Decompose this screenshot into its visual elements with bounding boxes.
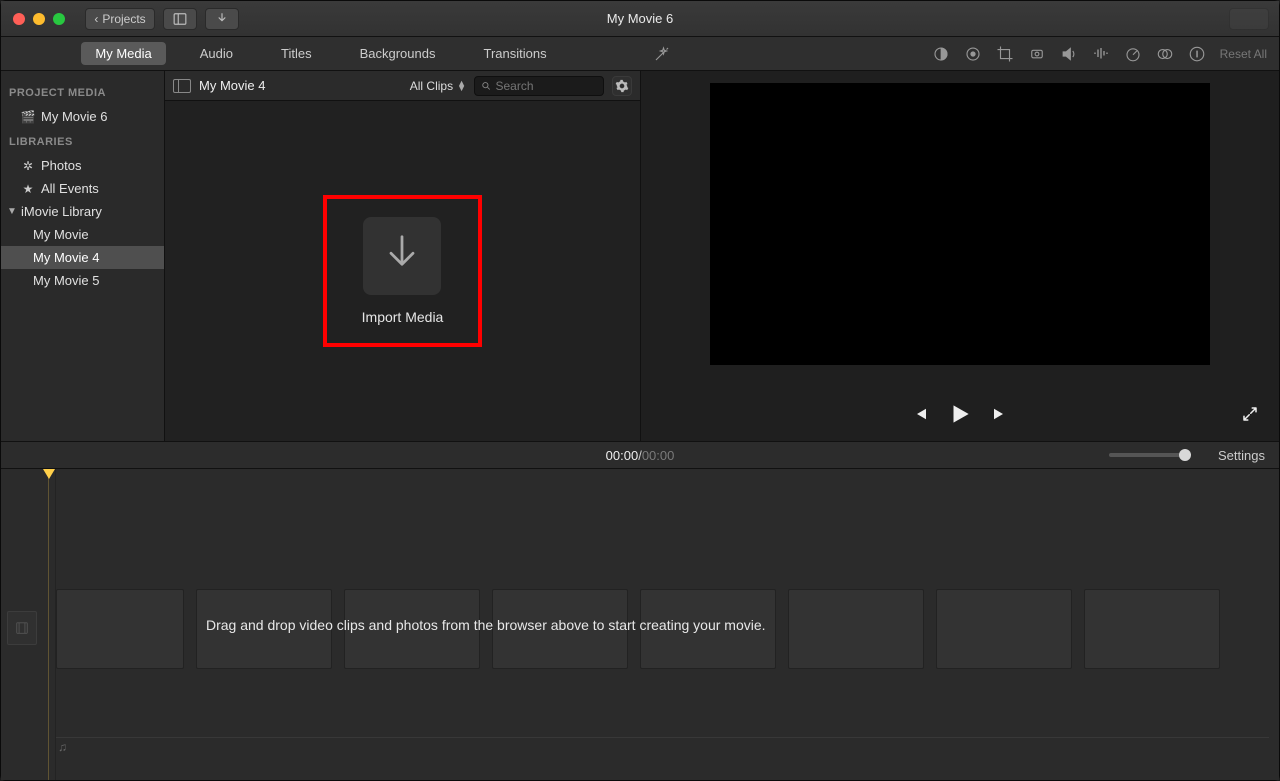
clip-placeholder	[788, 589, 924, 669]
sidebar-project[interactable]: 🎬 My Movie 6	[1, 105, 164, 128]
media-tabset: My Media Audio Titles Backgrounds Transi…	[81, 42, 560, 65]
search-icon	[481, 80, 492, 92]
prev-button[interactable]	[911, 405, 929, 423]
tab-backgrounds[interactable]: Backgrounds	[346, 42, 450, 65]
sidebar-event-label: My Movie	[33, 227, 89, 242]
preview-canvas	[710, 83, 1210, 365]
sidebar-all-events[interactable]: ★ All Events	[1, 177, 164, 200]
maximize-window-button[interactable]	[53, 13, 65, 25]
back-label: Projects	[102, 12, 145, 26]
project-media-header: PROJECT MEDIA	[1, 79, 164, 105]
play-button[interactable]	[947, 401, 973, 427]
clip-placeholder	[1084, 589, 1220, 669]
timeline[interactable]: Drag and drop video clips and photos fro…	[1, 469, 1279, 780]
music-note-icon: ♫	[58, 740, 67, 754]
star-icon: ★	[21, 182, 35, 196]
share-button[interactable]	[1229, 8, 1269, 30]
disclosure-triangle-icon[interactable]: ▼	[7, 206, 15, 217]
chevron-left-icon: ‹	[94, 12, 98, 26]
tab-audio[interactable]: Audio	[186, 42, 247, 65]
zoom-slider-track[interactable]	[1109, 453, 1189, 457]
tab-titles[interactable]: Titles	[267, 42, 326, 65]
timeline-settings-button[interactable]: Settings	[1218, 448, 1265, 463]
sidebar-event-my-movie[interactable]: My Movie	[1, 223, 164, 246]
download-arrow-icon	[215, 12, 229, 26]
sidebar-event-my-movie-5[interactable]: My Movie 5	[1, 269, 164, 292]
import-button[interactable]	[205, 8, 239, 30]
gutter-clip-placeholder	[7, 611, 37, 645]
search-input[interactable]	[496, 79, 598, 93]
volume-button[interactable]	[1060, 45, 1078, 63]
window-controls	[1, 13, 77, 25]
enhance-magic-wand-button[interactable]	[653, 45, 671, 63]
browser-title: My Movie 4	[199, 78, 265, 93]
svg-text:i: i	[1196, 50, 1198, 59]
sidebar-all-events-label: All Events	[41, 181, 99, 196]
clip-filter-dropdown[interactable]: All Clips ▲▼	[410, 79, 466, 93]
titlebar: ‹ Projects My Movie 6	[1, 1, 1279, 37]
duration-time: 00:00	[642, 448, 675, 463]
playhead-line	[48, 469, 49, 780]
sidebar-toggle-icon[interactable]	[173, 79, 191, 93]
info-button[interactable]: i	[1188, 45, 1206, 63]
back-to-projects-button[interactable]: ‹ Projects	[85, 8, 155, 30]
crop-button[interactable]	[996, 45, 1014, 63]
transport-controls	[641, 387, 1279, 441]
updown-chevron-icon: ▲▼	[457, 81, 466, 91]
browser-settings-button[interactable]	[612, 76, 632, 96]
sidebar-photos[interactable]: ✲ Photos	[1, 154, 164, 177]
sidebar-imovie-library-label: iMovie Library	[21, 204, 102, 219]
playhead-icon[interactable]	[43, 469, 55, 479]
clip-filter-label: All Clips	[410, 79, 453, 93]
filmstrip-icon	[15, 621, 29, 635]
close-window-button[interactable]	[13, 13, 25, 25]
download-arrow-icon	[384, 234, 420, 278]
sidebar-event-label: My Movie 4	[33, 250, 99, 265]
tab-my-media[interactable]: My Media	[81, 42, 165, 65]
zoom-slider-knob[interactable]	[1179, 449, 1191, 461]
flower-icon: ✲	[21, 159, 35, 173]
reset-all-button[interactable]: Reset All	[1220, 47, 1267, 61]
gear-icon	[615, 79, 629, 93]
import-media-highlight: Import Media	[323, 195, 483, 347]
minimize-window-button[interactable]	[33, 13, 45, 25]
sidebar-photos-label: Photos	[41, 158, 81, 173]
stabilization-button[interactable]	[1028, 45, 1046, 63]
clip-placeholder	[56, 589, 184, 669]
media-browser: My Movie 4 All Clips ▲▼	[165, 71, 641, 441]
clip-filter-button[interactable]	[1156, 45, 1174, 63]
audio-track[interactable]: ♫	[56, 737, 1269, 755]
clapperboard-icon: 🎬	[21, 110, 35, 124]
sidebar-toggle-icon	[172, 12, 188, 26]
sidebar-event-label: My Movie 5	[33, 273, 99, 288]
toolbar-row: My Media Audio Titles Backgrounds Transi…	[1, 37, 1279, 71]
clip-placeholder	[936, 589, 1072, 669]
search-field[interactable]	[474, 76, 604, 96]
sidebar-event-my-movie-4[interactable]: My Movie 4	[1, 246, 164, 269]
speed-button[interactable]	[1124, 45, 1142, 63]
fullscreen-button[interactable]	[1241, 405, 1259, 423]
viewer-pane	[641, 71, 1279, 441]
timecode-row: 00:00 / 00:00 Settings	[1, 441, 1279, 469]
noise-eq-button[interactable]	[1092, 45, 1110, 63]
color-balance-button[interactable]	[932, 45, 950, 63]
browser-header: My Movie 4 All Clips ▲▼	[165, 71, 640, 101]
current-time: 00:00	[606, 448, 639, 463]
sidebar-project-label: My Movie 6	[41, 109, 107, 124]
sidebar-imovie-library[interactable]: ▼ iMovie Library	[1, 200, 164, 223]
import-media-label: Import Media	[362, 309, 444, 325]
import-media-button[interactable]	[363, 217, 441, 295]
libraries-header: LIBRARIES	[1, 128, 164, 154]
library-list-toggle-button[interactable]	[163, 8, 197, 30]
timeline-hint: Drag and drop video clips and photos fro…	[206, 617, 766, 633]
next-button[interactable]	[991, 405, 1009, 423]
tab-transitions[interactable]: Transitions	[469, 42, 560, 65]
sidebar: PROJECT MEDIA 🎬 My Movie 6 LIBRARIES ✲ P…	[1, 71, 165, 441]
color-correction-button[interactable]	[964, 45, 982, 63]
